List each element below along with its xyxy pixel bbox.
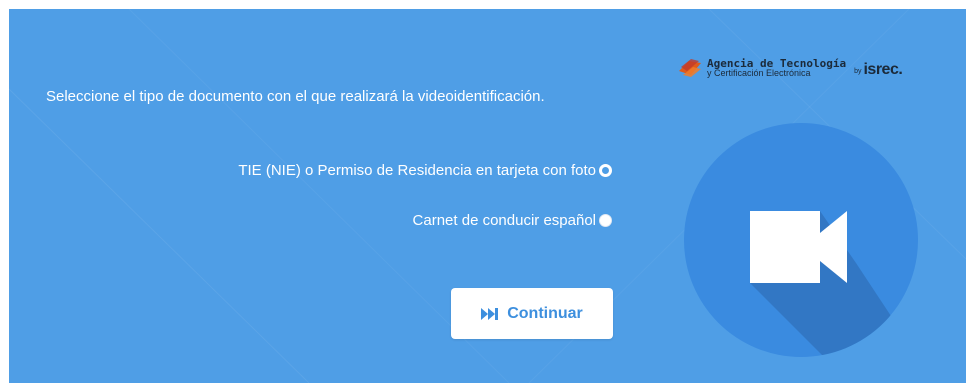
option-tie-residence-permit[interactable]: TIE (NIE) o Permiso de Residencia en tar… <box>238 162 612 179</box>
identification-panel: Seleccione el tipo de documento con el q… <box>9 9 966 383</box>
option-label: TIE (NIE) o Permiso de Residencia en tar… <box>238 162 596 179</box>
continue-label: Continuar <box>507 304 583 322</box>
radio-button[interactable] <box>599 164 612 177</box>
continue-button[interactable]: Continuar <box>451 288 613 339</box>
atce-isrec-logo: Agencia de Tecnología y Certificación El… <box>677 57 903 79</box>
instruction-text: Seleccione el tipo de documento con el q… <box>46 88 545 105</box>
fast-forward-icon <box>481 307 499 320</box>
agency-logo-icon <box>679 59 701 77</box>
option-label: Carnet de conducir español <box>412 212 596 229</box>
logo-subtitle: y Certificación Electrónica <box>707 68 811 78</box>
option-driving-license[interactable]: Carnet de conducir español <box>413 212 612 229</box>
radio-button[interactable] <box>599 214 612 227</box>
logo-partner: isrec. <box>863 61 903 78</box>
video-camera-icon <box>684 123 918 357</box>
logo-by: by <box>854 67 862 75</box>
